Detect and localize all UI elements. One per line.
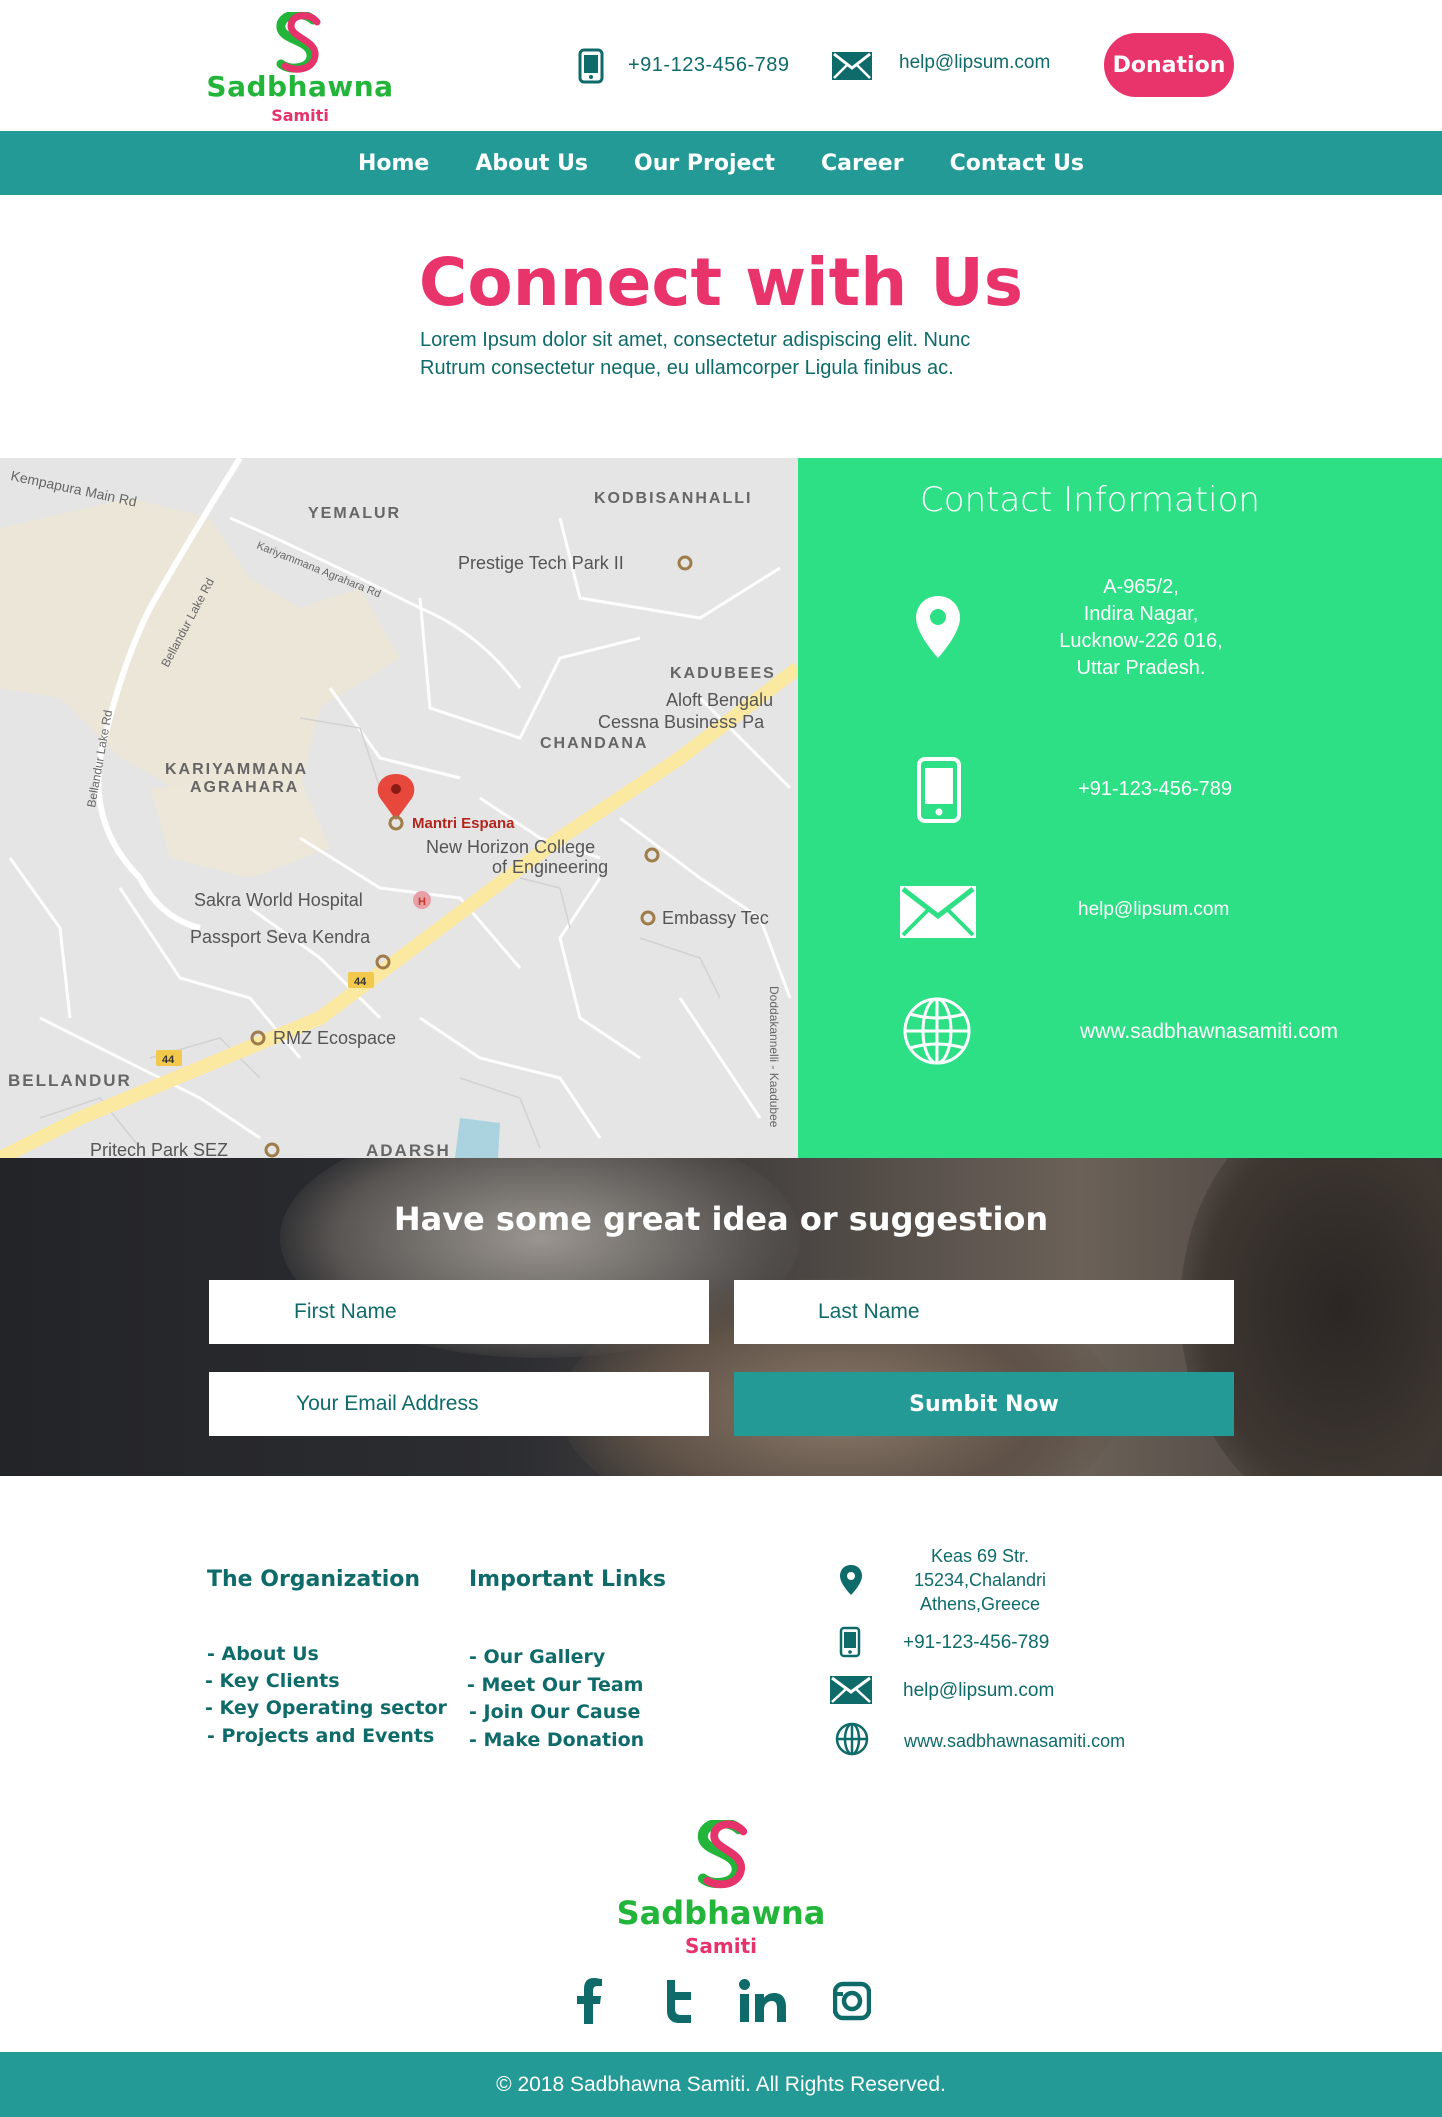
map-label-nhce-1: New Horizon College <box>426 837 595 857</box>
footer-address: Keas 69 Str. 15234,Chalandri Athens,Gree… <box>900 1544 1060 1616</box>
nav-item-contact-us[interactable]: Contact Us <box>950 151 1084 176</box>
footer-link-projects-events[interactable]: - Projects and Events <box>207 1725 434 1747</box>
main-nav: Home About Us Our Project Career Contact… <box>0 131 1442 195</box>
contact-address: A-965/2, Indira Nagar, Lucknow-226 016, … <box>1016 574 1266 682</box>
hero-text-line-2: Rutrum consectetur neque, eu ullamcorper… <box>420 357 954 379</box>
map-label-highway: 44 <box>354 976 367 988</box>
map-label-passport: Passport Seva Kendra <box>190 927 371 947</box>
mail-icon <box>830 1676 872 1704</box>
map-label-sakra: Sakra World Hospital <box>194 890 363 910</box>
address-line-4: Uttar Pradesh. <box>1076 657 1206 679</box>
last-name-input[interactable]: Last Name <box>734 1280 1234 1344</box>
linkedin-icon[interactable] <box>738 1978 788 2024</box>
footer-link-key-operating-sector[interactable]: - Key Operating sector <box>205 1697 447 1719</box>
globe-icon <box>903 997 971 1065</box>
contact-website[interactable]: www.sadbhawnasamiti.com <box>1080 1018 1338 1045</box>
contact-email[interactable]: help@lipsum.com <box>1078 896 1229 923</box>
suggestion-title: Have some great idea or suggestion <box>393 1200 1049 1238</box>
nav-item-our-project[interactable]: Our Project <box>634 151 775 176</box>
logo-s-mark-icon <box>276 12 321 73</box>
svg-text:H: H <box>418 896 426 908</box>
footer-link-join-our-cause[interactable]: - Join Our Cause <box>469 1701 640 1723</box>
mail-icon <box>832 52 872 80</box>
map-label-rmz: RMZ Ecospace <box>273 1028 396 1048</box>
footer-phone[interactable]: +91-123-456-789 <box>903 1632 1049 1654</box>
phone-icon <box>917 757 961 823</box>
svg-text:44: 44 <box>162 1054 175 1066</box>
suggestion-section: Have some great idea or suggestion First… <box>0 1158 1442 1476</box>
footer-logo[interactable]: Sadbhawna Samiti <box>596 1820 846 1960</box>
hero-text-line-1: Lorem Ipsum dolor sit amet, consectetur … <box>420 329 971 351</box>
footer-address-line-3: Athens,Greece <box>919 1594 1041 1614</box>
map-label-aloft: Aloft Bengalu <box>666 690 773 710</box>
contact-phone[interactable]: +91-123-456-789 <box>1078 776 1232 803</box>
footer-link-about-us[interactable]: - About Us <box>207 1643 319 1665</box>
nav-item-career[interactable]: Career <box>821 151 904 176</box>
map-label-kodbisanhalli: KODBISANHALLI <box>594 490 752 507</box>
map-label-chandana: CHANDANA <box>540 735 648 752</box>
footer-important-links-title: Important Links <box>469 1567 666 1592</box>
logo-sub-text: Samiti <box>271 106 329 125</box>
map-label-kariyammana: KARIYAMMANA <box>165 761 308 778</box>
map-label-embassy: Embassy Tec <box>662 908 769 928</box>
header-phone[interactable]: +91-123-456-789 <box>628 54 790 77</box>
hero-description: Lorem Ipsum dolor sit amet, consectetur … <box>420 326 1040 382</box>
phone-icon <box>578 48 604 84</box>
mail-icon <box>900 886 976 938</box>
twitter-icon[interactable] <box>661 1978 695 2024</box>
copyright-text: © 2018 Sadbhawna Samiti. All Rights Rese… <box>496 2072 946 2096</box>
site-logo[interactable]: Sadbhawna Samiti <box>205 12 395 125</box>
map-label-kadubees: KADUBEES <box>670 665 776 682</box>
location-pin-icon <box>840 1565 862 1595</box>
address-line-1: A-965/2, <box>1103 576 1179 598</box>
footer-email[interactable]: help@lipsum.com <box>903 1680 1054 1702</box>
globe-icon <box>835 1722 869 1756</box>
map-label-prestige: Prestige Tech Park II <box>458 553 624 573</box>
footer-website[interactable]: www.sadbhawnasamiti.com <box>904 1731 1125 1752</box>
map-label-nhce-2: of Engineering <box>492 857 608 877</box>
logo-sub-text: Samiti <box>684 1934 757 1958</box>
nav-item-about-us[interactable]: About Us <box>475 151 588 176</box>
footer-link-meet-our-team[interactable]: - Meet Our Team <box>467 1674 643 1696</box>
footer-address-line-2: 15234,Chalandri <box>913 1570 1047 1590</box>
contact-info-title: Contact Information <box>920 480 1260 520</box>
address-line-2: Indira Nagar, <box>1083 603 1199 625</box>
logo-s-mark-icon <box>697 1820 748 1889</box>
map-label-adarsh: ADARSH <box>366 1141 451 1158</box>
map-label-mantri: Mantri Espana <box>412 815 515 832</box>
address-line-3: Lucknow-226 016, <box>1059 630 1223 652</box>
location-pin-icon <box>916 596 960 658</box>
map-label-agrahara: AGRAHARA <box>190 779 299 796</box>
nav-item-home[interactable]: Home <box>358 151 429 176</box>
map-label-pritech: Pritech Park SEZ <box>90 1140 228 1158</box>
footer-link-our-gallery[interactable]: - Our Gallery <box>469 1646 605 1668</box>
first-name-input[interactable]: First Name <box>209 1280 709 1344</box>
facebook-icon[interactable] <box>574 1978 604 2024</box>
footer-address-line-1: Keas 69 Str. <box>930 1546 1030 1566</box>
location-map[interactable]: Kempapura Main Rd YEMALUR KODBISANHALLI … <box>0 458 798 1158</box>
copyright-bar: © 2018 Sadbhawna Samiti. All Rights Rese… <box>0 2052 1442 2117</box>
phone-icon <box>839 1626 861 1658</box>
map-label-yemalur: YEMALUR <box>308 505 401 522</box>
instagram-icon[interactable] <box>833 1978 871 2024</box>
map-label-bellandur: BELLANDUR <box>8 1071 132 1090</box>
page-title: Connect with Us <box>418 244 1024 321</box>
map-label-doddakannelli: Doddakannelli - Kaadubee <box>767 986 781 1128</box>
submit-button[interactable]: Sumbit Now <box>734 1372 1234 1436</box>
logo-brand-text: Sadbhawna <box>616 1894 826 1932</box>
logo-brand-text: Sadbhawna <box>206 70 394 103</box>
footer-link-key-clients[interactable]: - Key Clients <box>205 1670 340 1692</box>
contact-information-panel: Contact Information A-965/2, Indira Naga… <box>798 458 1442 1158</box>
header-email[interactable]: help@lipsum.com <box>899 52 1050 74</box>
email-input[interactable]: Your Email Address <box>209 1372 709 1436</box>
donation-button[interactable]: Donation <box>1104 33 1234 97</box>
footer-organization-title: The Organization <box>207 1567 421 1592</box>
footer-link-make-donation[interactable]: - Make Donation <box>469 1729 644 1751</box>
map-label-cessna: Cessna Business Pa <box>598 712 765 732</box>
